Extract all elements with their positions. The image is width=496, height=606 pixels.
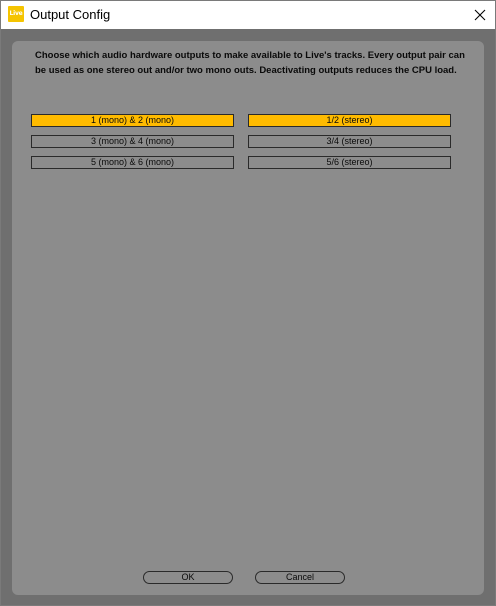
title-bar: Live Output Config — [1, 1, 495, 29]
output-toggle-mono-3-4[interactable]: 3 (mono) & 4 (mono) — [31, 135, 234, 148]
output-toggle-mono-1-2[interactable]: 1 (mono) & 2 (mono) — [31, 114, 234, 127]
output-config-window: Live Output Config Choose which audio ha… — [0, 0, 496, 606]
output-toggle-mono-5-6[interactable]: 5 (mono) & 6 (mono) — [31, 156, 234, 169]
ableton-live-icon: Live — [8, 6, 24, 22]
window-title: Output Config — [30, 7, 111, 22]
dialog-body: Choose which audio hardware outputs to m… — [1, 29, 495, 605]
cancel-button[interactable]: Cancel — [255, 571, 345, 584]
ok-button[interactable]: OK — [143, 571, 233, 584]
description-text: Choose which audio hardware outputs to m… — [35, 50, 465, 76]
output-toggle-stereo-3-4[interactable]: 3/4 (stereo) — [248, 135, 451, 148]
close-button[interactable] — [465, 1, 495, 29]
output-toggle-stereo-1-2[interactable]: 1/2 (stereo) — [248, 114, 451, 127]
output-config-panel: Choose which audio hardware outputs to m… — [12, 41, 484, 595]
output-toggle-stereo-5-6[interactable]: 5/6 (stereo) — [248, 156, 451, 169]
close-icon — [474, 9, 486, 21]
